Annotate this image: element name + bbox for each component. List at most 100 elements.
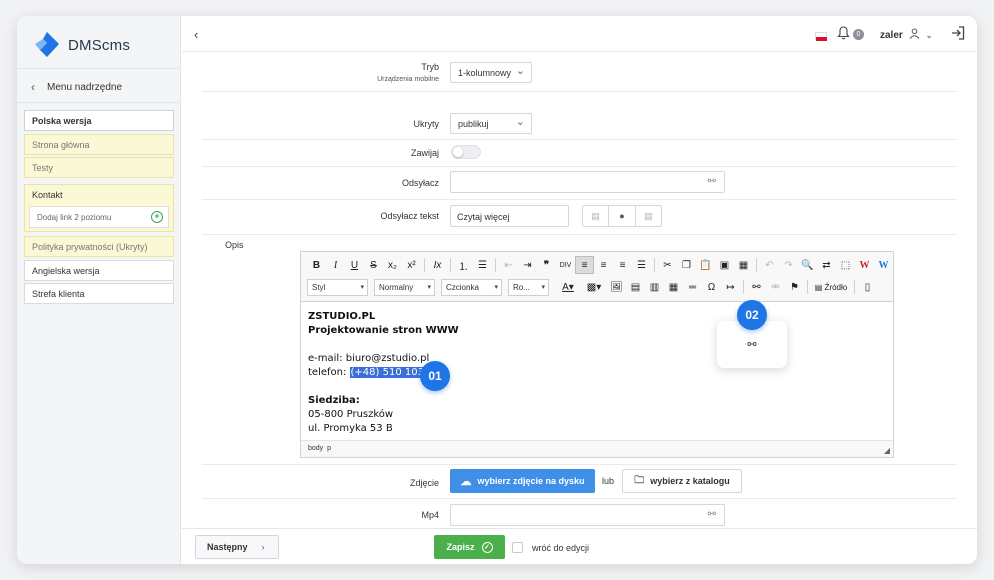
divider xyxy=(202,91,957,92)
anchor-flag-icon[interactable]: ⚑ xyxy=(785,278,804,296)
sidebar-item-label: Strefa klienta xyxy=(32,289,85,299)
sidebar-item-polityka[interactable]: Polityka prywatności (Ukryty) xyxy=(24,236,174,257)
undo-icon[interactable]: ↶ xyxy=(760,256,779,274)
find-icon[interactable]: 🔍 xyxy=(798,256,817,274)
logout-icon[interactable] xyxy=(950,25,966,41)
sidebar-item-angielska-wersja[interactable]: Angielska wersja xyxy=(24,260,174,281)
choose-from-catalog-button[interactable]: 🗀 wybierz z katalogu xyxy=(622,469,742,493)
sidebar-item-strefa-klienta[interactable]: Strefa klienta xyxy=(24,283,174,304)
button-alignment-group: ▤ ● ▤ xyxy=(582,205,662,227)
mp4-input[interactable]: ⚯ xyxy=(450,504,725,526)
ukryty-label: Ukryty xyxy=(413,119,440,129)
bulleted-list-icon[interactable]: ☰ xyxy=(473,256,492,274)
align-left-icon[interactable]: ≡ xyxy=(575,256,594,274)
select-all-icon[interactable]: ⬚ xyxy=(836,256,855,274)
element-path[interactable]: body p xyxy=(308,445,331,452)
indent-icon[interactable]: ⇥ xyxy=(518,256,537,274)
app-name: DMScms xyxy=(68,36,131,54)
footer: Następny › Zapisz ✓ wróć do edycji xyxy=(182,528,977,564)
chevron-left-icon: ‹ xyxy=(31,80,35,94)
style-combo-label: Styl xyxy=(312,282,326,292)
sidebar-item-label: Strona główna xyxy=(32,140,90,150)
user-menu[interactable]: zaler ⌄ xyxy=(880,28,933,42)
preview-icon[interactable]: ▯ xyxy=(858,278,877,296)
odsylacz-tekst-input[interactable]: Czytaj więcej xyxy=(450,205,569,227)
align-center-icon[interactable]: ≡ xyxy=(594,256,613,274)
save-button[interactable]: Zapisz ✓ xyxy=(434,535,505,559)
tryb-select[interactable]: 1-kolumnowy xyxy=(450,62,532,83)
style-combo[interactable]: Styl xyxy=(307,278,368,296)
content-line: ul. Promyka 53 B xyxy=(308,423,393,434)
link-icon[interactable]: ⚯ xyxy=(747,278,766,296)
link-icon[interactable]: ⚯ xyxy=(747,338,756,351)
subscript-icon[interactable]: x₂ xyxy=(383,256,402,274)
outdent-icon[interactable]: ⇤ xyxy=(499,256,518,274)
username: zaler xyxy=(880,29,903,41)
polish-flag-icon[interactable] xyxy=(815,32,827,41)
add-submenu-link-button[interactable]: Dodaj link 2 poziomu + xyxy=(29,206,169,228)
paste-icon[interactable]: 📋 xyxy=(696,256,715,274)
wordcount-icon[interactable]: W xyxy=(874,256,893,274)
format-combo[interactable]: Normalny xyxy=(374,278,435,296)
bell-icon[interactable] xyxy=(837,26,850,43)
divider xyxy=(17,102,181,103)
remove-format-icon[interactable]: Ix xyxy=(428,256,447,274)
align-right-icon[interactable]: ≡ xyxy=(613,256,632,274)
zawijaj-toggle[interactable] xyxy=(451,145,481,159)
spellcheck-icon[interactable]: W xyxy=(855,256,874,274)
numbered-list-icon[interactable]: ⒈ xyxy=(454,256,473,274)
superscript-icon[interactable]: x² xyxy=(402,256,421,274)
back-to-edit-checkbox[interactable] xyxy=(512,542,523,553)
bold-icon[interactable]: B xyxy=(307,256,326,274)
justify-icon[interactable]: ☰ xyxy=(632,256,651,274)
sidebar: DMScms ‹ Menu nadrzędne Polska wersja St… xyxy=(17,16,181,564)
video-icon[interactable]: ▥ xyxy=(645,278,664,296)
chevron-left-icon[interactable]: ‹ xyxy=(194,27,198,42)
link-icon[interactable]: ⚯ xyxy=(708,509,716,520)
toolbar-row-1: B I U S x₂ x² Ix ⒈ ☰ ⇤ ⇥ ❞ DIV ≡ ≡ ≡ ☰ ✂… xyxy=(307,256,893,274)
resize-grip-icon[interactable]: ◢ xyxy=(884,446,890,455)
image-icon[interactable]: 🖼 xyxy=(607,278,626,296)
paste-word-icon[interactable]: ▦ xyxy=(734,256,753,274)
table-icon[interactable]: ▦ xyxy=(664,278,683,296)
divider xyxy=(495,258,496,272)
odsylacz-input[interactable]: ⚯ xyxy=(450,171,725,193)
paste-text-icon[interactable]: ▣ xyxy=(715,256,734,274)
source-button[interactable]: ▤ Źródło xyxy=(811,278,851,296)
text-color-icon[interactable]: A▾ xyxy=(555,278,581,296)
strikethrough-icon[interactable]: S xyxy=(364,256,383,274)
align-left-icon[interactable]: ▤ xyxy=(583,206,610,226)
underline-icon[interactable]: U xyxy=(345,256,364,274)
sidebar-item-kontakt[interactable]: Kontakt Dodaj link 2 poziomu + xyxy=(24,184,174,232)
cut-icon[interactable]: ✂ xyxy=(658,256,677,274)
odsylacz-tekst-value: Czytaj więcej xyxy=(457,212,510,222)
font-combo[interactable]: Czcionka xyxy=(441,278,502,296)
upload-image-button[interactable]: ☁ wybierz zdjęcie na dysku xyxy=(450,469,595,493)
logo[interactable]: DMScms xyxy=(32,30,130,60)
align-right-icon[interactable]: ▤ xyxy=(636,206,661,226)
background-color-icon[interactable]: ▩▾ xyxy=(581,278,607,296)
blockquote-icon[interactable]: ❞ xyxy=(537,256,556,274)
horizontal-line-icon[interactable]: ═ xyxy=(683,278,702,296)
sidebar-item-polska-wersja[interactable]: Polska wersja xyxy=(24,110,174,131)
back-to-parent-menu[interactable]: ‹ Menu nadrzędne xyxy=(31,80,122,94)
div-container-icon[interactable]: DIV xyxy=(556,256,575,274)
sidebar-item-strona-glowna[interactable]: Strona główna xyxy=(24,134,174,155)
sidebar-item-testy[interactable]: Testy xyxy=(24,157,174,178)
ukryty-select[interactable]: publikuj xyxy=(450,113,532,134)
editor-content-area[interactable]: ZSTUDIO.PL Projektowanie stron WWW e-mai… xyxy=(301,303,893,440)
unlink-icon[interactable]: ⚮ xyxy=(766,278,785,296)
special-char-icon[interactable]: Ω xyxy=(702,278,721,296)
back-menu-label: Menu nadrzędne xyxy=(47,81,123,93)
copy-icon[interactable]: ❐ xyxy=(677,256,696,274)
next-button[interactable]: Następny › xyxy=(195,535,279,559)
page-break-icon[interactable]: ↦ xyxy=(721,278,740,296)
italic-icon[interactable]: I xyxy=(326,256,345,274)
flash-icon[interactable]: ▤ xyxy=(626,278,645,296)
link-icon[interactable]: ⚯ xyxy=(708,176,716,187)
ukryty-value: publikuj xyxy=(458,119,489,129)
align-center-icon[interactable]: ● xyxy=(609,206,636,226)
font-size-combo[interactable]: Ro... xyxy=(508,278,549,296)
redo-icon[interactable]: ↷ xyxy=(779,256,798,274)
replace-icon[interactable]: ⇄ xyxy=(817,256,836,274)
